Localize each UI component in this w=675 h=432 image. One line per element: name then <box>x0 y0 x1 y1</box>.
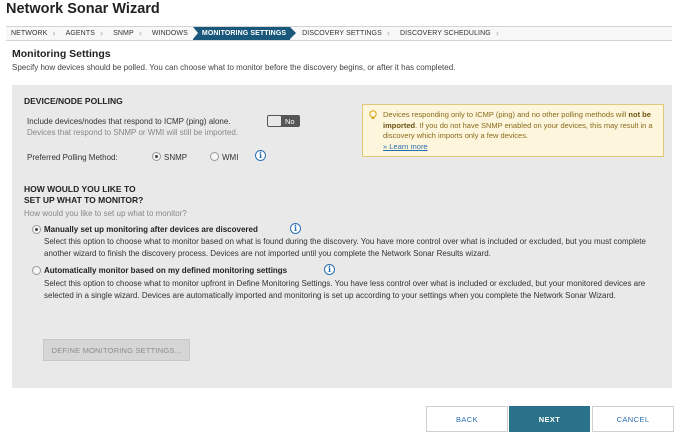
note-text: Devices responding only to ICMP (ping) a… <box>383 110 627 119</box>
step-label: MONITORING SETTINGS <box>201 30 287 37</box>
info-icon[interactable]: i <box>290 223 301 234</box>
define-monitoring-settings-button[interactable]: DEFINE MONITORING SETTINGS... <box>43 339 190 361</box>
auto-setup-label: Automatically monitor based on my define… <box>44 266 288 275</box>
section-title: Monitoring Settings <box>12 48 111 60</box>
step-label: NETWORK <box>11 30 48 37</box>
info-icon[interactable]: i <box>324 264 335 275</box>
chevron-right-icon: › <box>386 28 390 38</box>
lightbulb-icon <box>369 110 377 119</box>
snmp-radio[interactable] <box>152 152 161 161</box>
manual-setup-radio[interactable] <box>32 225 41 234</box>
icmp-warning-note: Devices responding only to ICMP (ping) a… <box>362 104 664 157</box>
section-description: Specify how devices should be polled. Yo… <box>12 63 456 72</box>
step-monitoring-settings[interactable]: MONITORING SETTINGS <box>192 27 297 40</box>
wizard-steps: NETWORK › AGENTS › SNMP › WINDOWS MONITORIN… <box>6 26 672 41</box>
snmp-radio-label: SNMP <box>164 153 188 162</box>
note-text-after: . If you do not have SNMP enabled on you… <box>383 120 653 141</box>
toggle-label: No <box>285 116 295 126</box>
step-label: DISCOVERY SCHEDULING <box>399 30 491 37</box>
chevron-right-icon: › <box>99 28 104 38</box>
manual-setup-label: Manually set up monitoring after devices… <box>44 225 258 234</box>
icmp-sublabel: Devices that respond to SNMP or WMI will… <box>27 128 239 137</box>
step-discovery-scheduling[interactable]: DISCOVERY SCHEDULING › <box>395 27 504 40</box>
info-icon[interactable]: i <box>255 150 266 161</box>
step-windows[interactable]: WINDOWS <box>147 27 193 40</box>
polling-method-label: Preferred Polling Method: <box>27 153 118 162</box>
manual-setup-description: Select this option to choose what to mon… <box>44 237 646 258</box>
polling-heading: DEVICE/NODE POLLING <box>24 96 123 106</box>
step-label: DISCOVERY SETTINGS <box>302 30 382 37</box>
step-network[interactable]: NETWORK › <box>6 27 61 40</box>
setup-subheading: How would you like to set up what to mon… <box>24 209 187 218</box>
icmp-label: Include devices/nodes that respond to IC… <box>27 117 231 126</box>
setup-heading-line2: SET UP WHAT TO MONITOR? <box>24 195 144 205</box>
wmi-radio-label: WMI <box>222 153 239 162</box>
learn-more-link[interactable]: » Learn more <box>383 142 428 151</box>
setup-heading-line1: HOW WOULD YOU LIKE TO <box>24 184 136 194</box>
chevron-right-icon: › <box>138 28 142 38</box>
auto-setup-radio[interactable] <box>32 266 41 275</box>
toggle-knob <box>268 116 281 126</box>
back-button[interactable]: BACK <box>426 406 508 432</box>
wmi-radio[interactable] <box>210 152 219 161</box>
step-label: WINDOWS <box>151 30 188 37</box>
step-snmp[interactable]: SNMP › <box>108 27 147 40</box>
chevron-right-icon: › <box>52 28 56 38</box>
step-label: SNMP <box>113 30 134 37</box>
next-button[interactable]: NEXT <box>509 406 590 432</box>
step-discovery-settings[interactable]: DISCOVERY SETTINGS › <box>290 27 395 40</box>
step-agents[interactable]: AGENTS › <box>61 27 109 40</box>
wizard-title: Network Sonar Wizard <box>6 1 160 17</box>
step-label: AGENTS <box>65 30 95 37</box>
icmp-toggle[interactable]: No <box>267 115 300 127</box>
chevron-right-icon: › <box>495 28 499 38</box>
cancel-button[interactable]: CANCEL <box>592 406 674 432</box>
auto-setup-description: Select this option to choose what to mon… <box>44 279 646 300</box>
